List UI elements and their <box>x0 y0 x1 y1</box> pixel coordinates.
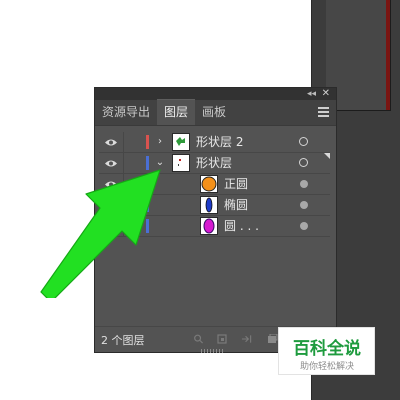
layer-name[interactable]: 圆 . . . <box>224 216 259 236</box>
layer-thumbnail[interactable] <box>200 217 218 235</box>
blue-ellipse-icon <box>205 197 213 213</box>
watermark-logo: 百科全说 助你轻松解决 <box>278 327 375 375</box>
tab-artboards[interactable]: 画板 <box>195 100 233 125</box>
watermark-logo-text: 百科全说 <box>293 338 361 359</box>
new-layer-icon[interactable] <box>267 334 278 344</box>
chevron-right-icon[interactable]: › <box>154 135 166 149</box>
eye-icon <box>104 160 117 166</box>
target-circle-icon[interactable] <box>299 158 308 167</box>
double-chevron-left-icon[interactable]: ◂◂ <box>307 88 316 100</box>
target-dot-icon[interactable] <box>300 222 308 230</box>
hamburger-menu-icon[interactable] <box>318 107 329 117</box>
layer-thumbnail[interactable] <box>172 133 190 151</box>
red-dot-icon <box>178 159 181 166</box>
layer-name[interactable]: 形状层 2 <box>196 132 243 152</box>
tab-asset-export[interactable]: 资源导出 <box>95 100 157 125</box>
green-shape-icon <box>176 137 185 146</box>
search-icon[interactable] <box>193 334 204 344</box>
panel-titlebar: ◂◂ ✕ <box>95 88 336 100</box>
orange-circle-icon <box>201 176 217 192</box>
layer-count: 2 个图层 <box>101 334 145 347</box>
artboard-red-edge <box>386 0 390 110</box>
target-dot-icon[interactable] <box>300 180 308 188</box>
lock-toggle[interactable] <box>123 132 144 152</box>
selection-indicator <box>324 153 330 159</box>
layer-name[interactable]: 形状层 <box>196 153 232 173</box>
sublayer-icon[interactable] <box>217 334 228 344</box>
layer-thumbnail[interactable] <box>200 175 218 193</box>
layer-name[interactable]: 椭圆 <box>224 195 248 215</box>
close-icon[interactable]: ✕ <box>322 88 330 100</box>
layer-name[interactable]: 正圆 <box>224 174 248 194</box>
eye-icon <box>104 139 117 145</box>
layer-thumbnail[interactable] <box>172 154 190 172</box>
magenta-ellipse-icon <box>203 218 215 234</box>
target-circle-icon[interactable] <box>299 137 308 146</box>
watermark-tagline: 助你轻松解决 <box>300 360 354 372</box>
layer-color-bar <box>146 135 149 149</box>
resize-grip[interactable] <box>201 349 225 353</box>
layer-row[interactable]: › 形状层 2 <box>99 132 330 153</box>
visibility-toggle[interactable] <box>99 132 122 152</box>
watermark-logo-graphic: 百科全说 助你轻松解决 <box>293 338 361 372</box>
layer-thumbnail[interactable] <box>200 196 218 214</box>
panel-tab-bar: 资源导出 图层 画板 <box>95 99 336 126</box>
move-to-layer-icon[interactable] <box>241 334 252 344</box>
target-dot-icon[interactable] <box>300 201 308 209</box>
green-arrow-annotation <box>40 169 161 298</box>
tab-layers[interactable]: 图层 <box>157 99 196 125</box>
